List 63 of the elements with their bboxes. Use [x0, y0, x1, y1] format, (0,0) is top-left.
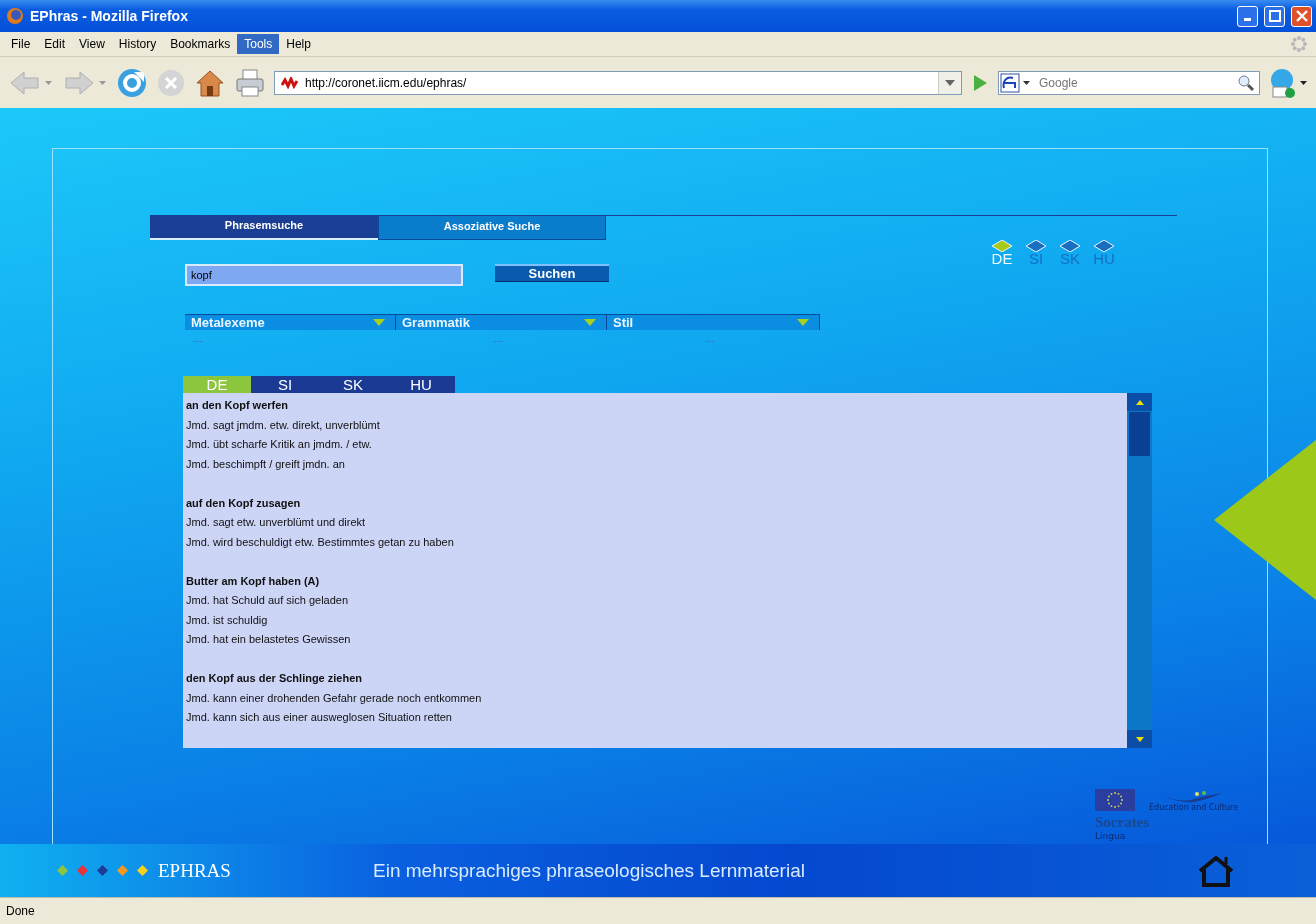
scrollbar[interactable] [1127, 393, 1152, 748]
eu-flag-icon [1095, 789, 1135, 811]
filter-value: --- [705, 336, 716, 346]
caret-icon [584, 319, 596, 326]
phrase-meaning: Jmd. kann einer drohenden Gefahr gerade noch entkommen [186, 690, 483, 706]
brand-name: EPHRAS [158, 859, 232, 882]
search-field[interactable]: Google [1033, 75, 1233, 90]
close-button[interactable] [1291, 5, 1312, 27]
close-icon [1295, 10, 1308, 22]
tab[interactable]: Phrasemsuche [150, 216, 378, 240]
program-name: Education and Culture [1149, 803, 1239, 812]
phrase-heading: den Kopf aus der Schlinge ziehen [186, 671, 364, 686]
window-title: EPhras - Mozilla Firefox [30, 8, 189, 24]
minimize-icon [1244, 18, 1251, 21]
phrase-meaning: Jmd. ist schuldig [186, 612, 269, 628]
menu-item[interactable]: File [4, 34, 38, 54]
scroll-up-icon[interactable] [1135, 399, 1144, 405]
sponsor-name: Socrates [1095, 814, 1150, 831]
phrase-meaning: Jmd. hat Schuld auf sich geladen [186, 593, 350, 608]
scroll-thumb[interactable] [1129, 412, 1150, 456]
browser-logo-icon [6, 7, 24, 25]
sponsor-subtitle: Lingua [1095, 831, 1126, 841]
caret-icon [373, 319, 385, 326]
phrase-heading: auf den Kopf zusagen [186, 495, 302, 511]
address-bar[interactable]: http://coronet.iicm.edu/ephras/ [274, 70, 962, 95]
search-engine-icon[interactable] [999, 72, 1033, 93]
scroll-down-icon[interactable] [1135, 736, 1144, 742]
throbber-icon [1290, 35, 1308, 53]
dropdown-icon[interactable] [945, 79, 955, 86]
filter-value: --- [193, 336, 204, 346]
menu-item[interactable]: Tools [237, 34, 280, 54]
status-text: Done [6, 904, 35, 918]
tab[interactable]: Assoziative Suche [378, 216, 606, 240]
phrase-meaning: Jmd. wird beschuldigt etw. Bestimmtes getan zu haben [186, 534, 455, 550]
phrase-meaning: Jmd. sagt jmdm. etw. direkt, unverblümt [186, 417, 381, 433]
printer-icon[interactable] [234, 66, 266, 99]
phrase-meaning: Jmd. sagt etw. unverblümt und direkt [186, 515, 367, 530]
menu-item[interactable]: Help [279, 34, 318, 54]
search-input[interactable]: kopf [185, 264, 463, 286]
menu-item[interactable]: Bookmarks [163, 34, 238, 54]
menu-item[interactable]: Edit [37, 34, 73, 54]
search-box[interactable]: Google [998, 70, 1260, 95]
filter-value: --- [493, 336, 504, 346]
tagline: Ein mehrsprachiges phraseologisches Lernmaterial [373, 859, 806, 882]
menu-item[interactable]: History [111, 34, 164, 54]
maximize-button[interactable] [1264, 5, 1285, 27]
search-button[interactable]: Suchen [495, 264, 609, 282]
home-icon[interactable] [1196, 853, 1236, 888]
phrase-heading: Butter am Kopf haben (A) [186, 573, 321, 589]
phrase-meaning: Jmd. hat ein belastetes Gewissen [186, 632, 352, 647]
phrase-meaning: Jmd. kann sich aus einer ausweglosen Situation retten [186, 710, 453, 725]
reload-icon[interactable] [116, 66, 148, 99]
language-tab[interactable]: SK [319, 376, 387, 393]
site-icon [281, 76, 299, 89]
caret-icon [797, 319, 809, 326]
menu-item[interactable]: View [72, 34, 112, 54]
language-tab[interactable]: HU [387, 376, 455, 393]
phrase-meaning: Jmd. übt scharfe Kritik an jmdm. / etw. [186, 437, 373, 452]
phrase-heading: an den Kopf werfen [186, 398, 290, 413]
maximize-icon [1268, 10, 1281, 22]
phrase-meaning: Jmd. beschimpft / greift jmdn. an [186, 456, 346, 472]
minimize-button[interactable] [1237, 5, 1258, 27]
language-tab[interactable]: SI [251, 376, 319, 393]
